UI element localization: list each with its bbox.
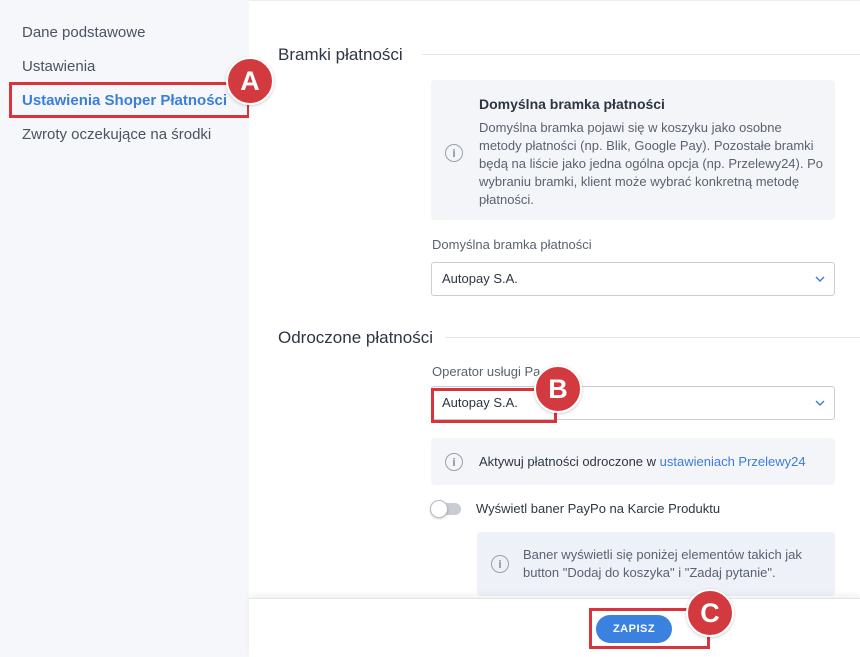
paypo-banner-toggle[interactable] [430, 500, 461, 518]
chevron-down-icon [815, 276, 825, 282]
banner-info-text: Baner wyświetli się poniżej elementów ta… [523, 547, 802, 580]
marker-c: C [686, 589, 734, 637]
section-divider [445, 337, 860, 338]
marker-a: A [226, 57, 274, 105]
paypo-banner-label: Wyświetl baner PayPo na Karcie Produktu [476, 501, 721, 516]
przelewy24-settings-link[interactable]: ustawieniach Przelewy24 [660, 454, 806, 469]
main-content: Bramki płatności i Domyślna bramka płatn… [249, 0, 860, 657]
info-icon: i [491, 555, 509, 573]
section-divider [422, 54, 860, 55]
info-icon: i [445, 453, 463, 471]
top-divider [249, 0, 860, 1]
sidebar-item-shoper-payments[interactable]: Ustawienia Shoper Płatności [22, 92, 227, 109]
operator-value: Autopay S.A. [442, 395, 518, 410]
operator-select[interactable]: Autopay S.A. [431, 386, 835, 420]
chevron-down-icon [815, 400, 825, 406]
activate-text: Aktywuj płatności odroczone w ustawienia… [479, 454, 806, 469]
default-gateway-select[interactable]: Autopay S.A. [431, 262, 835, 296]
info-icon: i [445, 144, 463, 162]
info-card-banner: i Baner wyświetli się poniżej elementów … [477, 532, 835, 596]
sidebar-item-pending-refunds[interactable]: Zwroty oczekujące na środki [22, 126, 211, 143]
sidebar-item-basic-data[interactable]: Dane podstawowe [22, 24, 145, 41]
section-title-gateways: Bramki płatności [278, 45, 403, 64]
section-title-deferred: Odroczone płatności [278, 328, 433, 347]
info-card-default-gateway: i Domyślna bramka płatności Domyślna bra… [431, 80, 835, 220]
save-button[interactable]: ZAPISZ [596, 615, 672, 643]
info-card-activate: i Aktywuj płatności odroczone w ustawien… [431, 438, 835, 485]
operator-label: Operator usługi Pa [432, 364, 541, 379]
sidebar-item-settings[interactable]: Ustawienia [22, 58, 95, 75]
marker-b: B [534, 365, 582, 413]
default-gateway-label: Domyślna bramka płatności [432, 237, 592, 252]
sidebar: Dane podstawowe Ustawienia Ustawienia Sh… [0, 0, 249, 657]
default-gateway-value: Autopay S.A. [442, 271, 518, 286]
toggle-knob [430, 500, 448, 518]
info-card-text: Domyślna bramka pojawi się w koszyku jak… [479, 120, 823, 207]
info-card-title: Domyślna bramka płatności [479, 96, 665, 112]
footer-bar [249, 598, 860, 657]
